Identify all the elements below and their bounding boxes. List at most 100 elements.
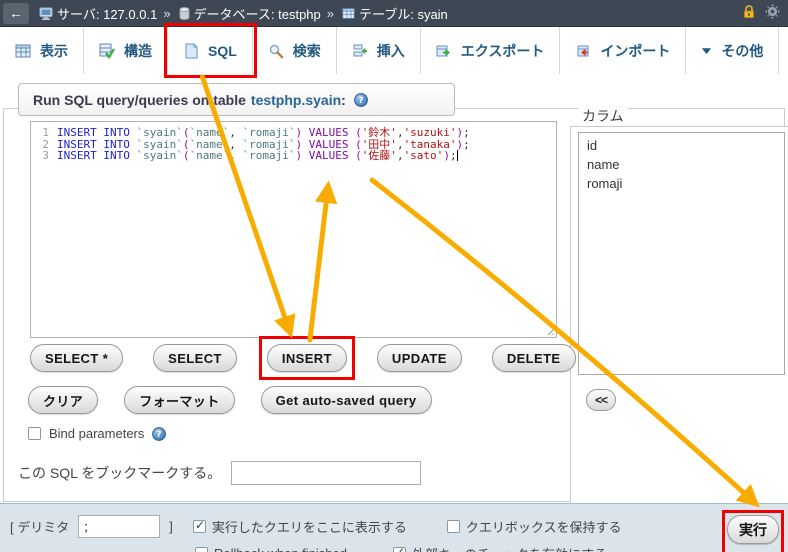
sql-token: VALUES (308, 126, 356, 139)
tab-insert[interactable]: 挿入 (337, 27, 421, 74)
bookmark-input[interactable] (231, 461, 422, 485)
tab-label: その他 (721, 42, 764, 59)
tab-export[interactable]: エクスポート (421, 27, 561, 74)
column-item[interactable]: romaji (587, 174, 784, 193)
tab-label: SQL (208, 42, 237, 59)
bind-parameters-row: Bind parameters ? (28, 426, 167, 441)
sql-token: , (396, 149, 404, 162)
sql-token: `name` (189, 126, 230, 139)
fk-checks-checkbox[interactable] (392, 545, 406, 552)
tab-more[interactable]: その他 (686, 27, 780, 74)
query-options-footer: [ デリミタ ] 実行したクエリをここに表示する クエリボックスを保持する Rol… (0, 503, 788, 552)
footer-options-2: Rollback when finished 外部キーのチェックを有効にする (195, 544, 607, 552)
database-icon (179, 6, 190, 20)
show-query-checkbox[interactable] (192, 518, 206, 533)
sql-token: ; (463, 126, 470, 139)
query-template-buttons: SELECT * SELECT INSERT UPDATE DELETE (30, 344, 576, 372)
breadcrumb-server[interactable]: サーバ: 127.0.0.1 (57, 4, 157, 23)
option-fk-checks: 外部キーのチェックを有効にする (392, 544, 607, 552)
sql-token: `syain` (136, 126, 183, 139)
sql-editor-lines: 1 INSERT INTO `syain`(`name`, `romaji`) V… (35, 127, 556, 162)
option-retain-query-box: クエリボックスを保持する (446, 517, 622, 536)
breadcrumb-separator: » (163, 5, 171, 21)
sql-token: '鈴木' (361, 126, 397, 139)
help-icon[interactable]: ? (353, 92, 368, 107)
sql-token: ( (355, 149, 362, 162)
table-icon (15, 43, 31, 59)
tab-structure[interactable]: 構造 (84, 27, 168, 74)
legend-text: Run SQL query/queries on table (33, 91, 246, 108)
bind-parameters-checkbox[interactable] (28, 427, 41, 440)
gear-icon[interactable] (765, 4, 780, 22)
query-form-legend: Run SQL query/queries on table testphp.s… (18, 83, 455, 116)
delimiter-input[interactable] (78, 515, 161, 538)
go-button[interactable]: 実行 (727, 515, 779, 544)
sql-token: INSERT INTO (57, 126, 137, 139)
editor-line: 1 INSERT INTO `syain`(`name`, `romaji`) V… (35, 127, 556, 139)
tab-import[interactable]: インポート (560, 27, 687, 74)
bind-parameters-label: Bind parameters (49, 426, 145, 441)
sql-token: ( (182, 126, 190, 139)
option-show-query: 実行したクエリをここに表示する (192, 517, 407, 536)
phpmyadmin-sql-page: ← サーバ: 127.0.0.1 » データベース: testphp » テーブ… (0, 0, 788, 552)
breadcrumb-table[interactable]: テーブル: syain (359, 4, 448, 23)
clear-button[interactable]: クリア (28, 386, 99, 414)
help-icon[interactable]: ? (152, 426, 167, 441)
resize-handle-icon[interactable] (545, 326, 554, 335)
sql-token: 'sato' (403, 149, 444, 162)
delimiter-label: [ デリミタ (10, 520, 70, 535)
sql-token: `name` (189, 149, 230, 162)
search-icon (268, 43, 284, 59)
sql-token: ; (463, 137, 470, 151)
collapse-columns-button[interactable]: << (586, 389, 616, 411)
get-auto-saved-query-button[interactable]: Get auto-saved query (260, 386, 432, 414)
insert-button[interactable]: INSERT (266, 344, 347, 372)
sql-token: , (229, 126, 243, 139)
bookmark-label: この SQL をブックマークする。 (18, 465, 222, 481)
export-icon (436, 43, 452, 59)
svg-text:?: ? (157, 430, 162, 440)
breadcrumb-database[interactable]: データベース: testphp (194, 4, 321, 23)
text-cursor (456, 150, 458, 161)
columns-panel-legend: カラム (578, 106, 628, 126)
tab-sql[interactable]: SQL (168, 27, 253, 74)
select-button[interactable]: SELECT (153, 344, 237, 372)
import-icon (575, 43, 591, 59)
topbar: ← サーバ: 127.0.0.1 » データベース: testphp » テーブ… (0, 0, 788, 27)
editor-action-buttons: クリア フォーマット Get auto-saved query (28, 386, 432, 414)
tab-label: インポート (600, 42, 671, 59)
select-star-button[interactable]: SELECT * (30, 344, 124, 372)
back-button[interactable]: ← (3, 2, 29, 24)
sql-token: VALUES (308, 149, 356, 162)
tab-label: 表示 (40, 42, 68, 59)
table-icon (342, 7, 355, 20)
topbar-right (742, 4, 788, 22)
rollback-checkbox[interactable] (195, 547, 208, 552)
sql-token: `romaji` (242, 126, 296, 139)
footer-row-1: [ デリミタ ] 実行したクエリをここに表示する クエリボックスを保持する (10, 515, 622, 538)
legend-table-link[interactable]: testphp.syain (251, 92, 341, 108)
tab-browse[interactable]: 表示 (0, 27, 84, 74)
format-button[interactable]: フォーマット (124, 386, 235, 414)
breadcrumb-separator: » (326, 5, 334, 21)
columns-listbox[interactable]: id name romaji (578, 132, 785, 375)
column-item[interactable]: id (587, 136, 784, 155)
footer-options-1: 実行したクエリをここに表示する クエリボックスを保持する (192, 517, 622, 536)
sql-editor[interactable]: 1 INSERT INTO `syain`(`name`, `romaji`) V… (30, 121, 557, 338)
svg-text:?: ? (358, 96, 363, 106)
sql-token: `syain` (136, 149, 183, 162)
sql-token: ) (456, 137, 464, 151)
delete-button[interactable]: DELETE (491, 344, 576, 372)
server-icon (39, 7, 53, 20)
column-item[interactable]: name (587, 155, 784, 174)
legend-colon: : (341, 91, 346, 108)
tab-search[interactable]: 検索 (253, 27, 337, 74)
tab-label: 挿入 (376, 42, 405, 59)
sql-token: `romaji` (242, 149, 296, 162)
tab-label: 検索 (292, 42, 321, 59)
caret-down-icon (701, 45, 712, 56)
update-button[interactable]: UPDATE (376, 344, 462, 372)
retain-query-box-checkbox[interactable] (446, 520, 460, 533)
sql-icon (183, 43, 199, 59)
